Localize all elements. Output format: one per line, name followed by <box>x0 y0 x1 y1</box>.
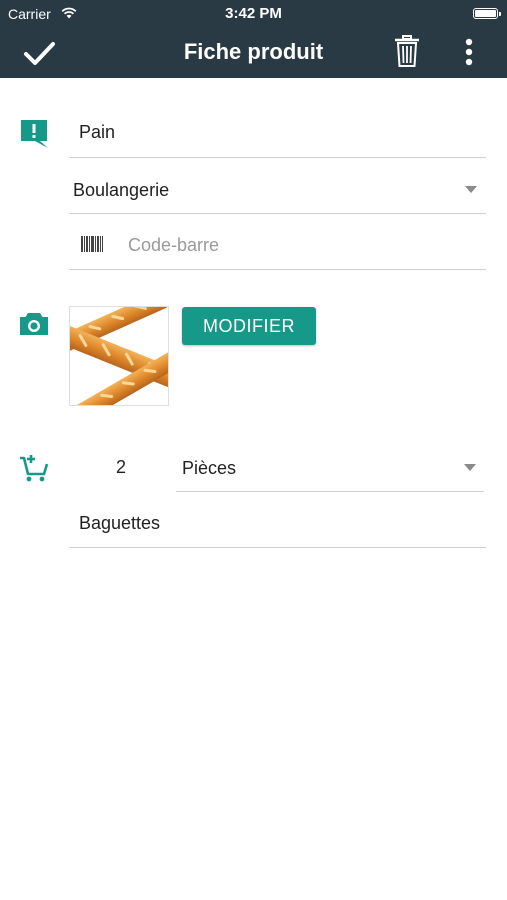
status-bar: Carrier 3:42 PM <box>0 0 507 28</box>
page-title: Fiche produit <box>183 39 324 64</box>
quantity-value: 2 <box>115 457 126 477</box>
barcode-placeholder: Code-barre <box>128 235 220 255</box>
dropdown-arrow-icon <box>465 186 477 193</box>
alert-comment-icon <box>18 117 50 154</box>
add-to-cart-icon <box>18 452 50 489</box>
dropdown-arrow-icon <box>464 464 476 471</box>
unit-value: Pièces <box>182 458 237 478</box>
baguette-image <box>70 307 168 405</box>
product-name-value: Pain <box>79 122 116 142</box>
unit-select[interactable]: Pièces <box>176 440 484 492</box>
clock: 3:42 PM <box>225 5 282 22</box>
more-options-button[interactable] <box>455 36 483 70</box>
trash-icon <box>395 35 419 67</box>
modify-photo-button[interactable]: MODIFIER <box>182 307 316 345</box>
product-name-field[interactable]: Pain <box>69 106 486 158</box>
delete-button[interactable] <box>392 34 422 70</box>
battery-icon <box>473 8 501 19</box>
category-value: Boulangerie <box>73 180 170 200</box>
quantity-field[interactable]: 2 <box>69 440 173 492</box>
barcode-icon <box>81 236 103 257</box>
more-vertical-icon <box>465 38 473 66</box>
barcode-field[interactable]: Code-barre <box>69 218 486 270</box>
note-field[interactable]: Baguettes <box>69 496 486 548</box>
note-value: Baguettes <box>79 513 161 533</box>
app-bar: Fiche produit <box>0 28 507 78</box>
product-photo[interactable] <box>69 306 169 406</box>
category-select[interactable]: Boulangerie <box>69 162 486 214</box>
camera-icon <box>18 310 50 343</box>
